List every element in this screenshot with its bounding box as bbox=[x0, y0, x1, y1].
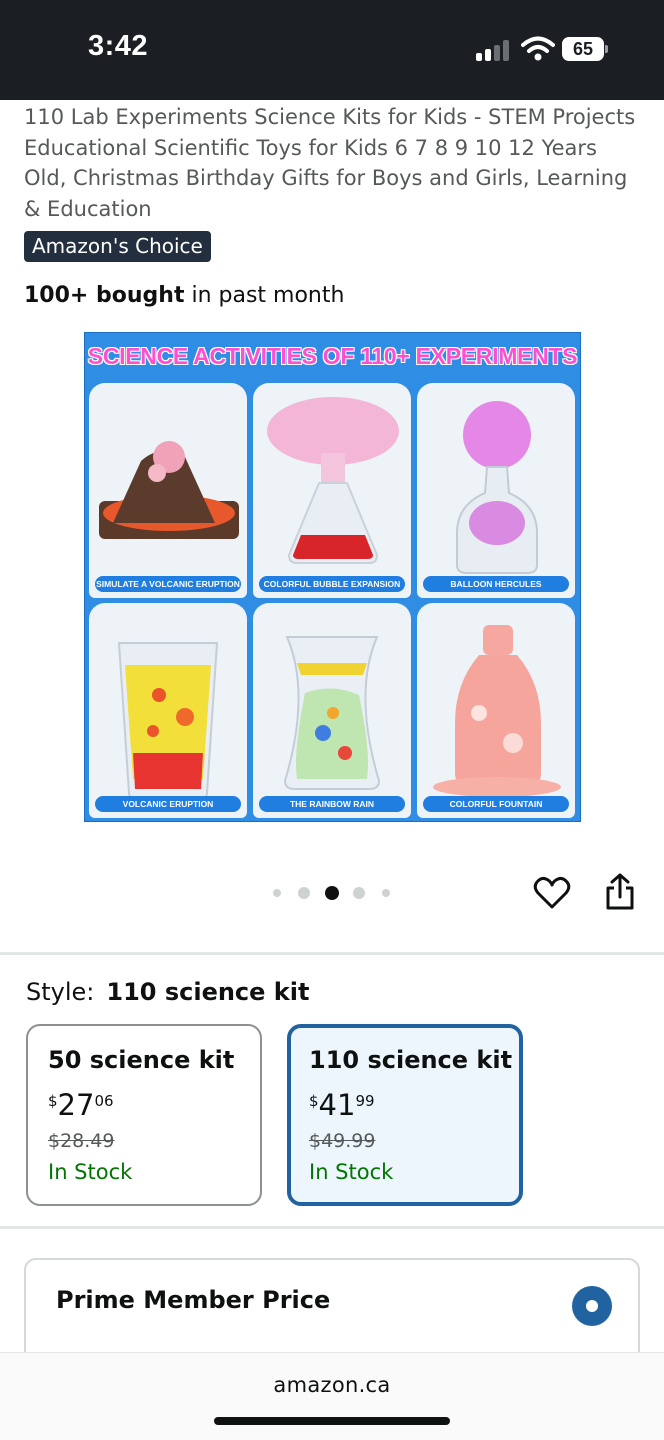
experiment-tile-lava-glass: VOLCANIC ERUPTION bbox=[89, 603, 247, 818]
product-title[interactable]: 110 Lab Experiments Science Kits for Kid… bbox=[24, 102, 644, 224]
style-label: Style: bbox=[26, 978, 95, 1006]
price-currency: $ bbox=[309, 1092, 319, 1110]
price-fraction: 99 bbox=[355, 1092, 375, 1110]
radio-selected-icon[interactable] bbox=[572, 1286, 612, 1326]
style-option-stock: In Stock bbox=[48, 1160, 133, 1184]
fountain-bottle-illustration bbox=[433, 625, 561, 797]
carousel-dot[interactable] bbox=[382, 889, 390, 897]
bubble-flask-illustration bbox=[267, 397, 399, 564]
wifi-icon bbox=[521, 36, 555, 61]
bought-count-bold: 100+ bought bbox=[24, 283, 185, 308]
tile-caption: BALLOON HERCULES bbox=[423, 576, 569, 592]
signal-icon bbox=[476, 39, 510, 61]
share-icon[interactable] bbox=[604, 872, 636, 912]
home-indicator[interactable] bbox=[214, 1417, 450, 1425]
status-bar: 3:42 65 bbox=[0, 0, 664, 100]
price-whole: 41 bbox=[318, 1088, 356, 1122]
balloon-bottle-illustration bbox=[456, 401, 538, 574]
price-fraction: 06 bbox=[94, 1092, 114, 1110]
price-currency: $ bbox=[48, 1092, 58, 1110]
tile-caption: THE RAINBOW RAIN bbox=[259, 796, 405, 812]
experiment-tile-balloon: BALLOON HERCULES bbox=[417, 383, 575, 598]
experiment-tile-bubble: COLORFUL BUBBLE EXPANSION bbox=[253, 383, 411, 598]
battery-level: 65 bbox=[572, 39, 594, 59]
section-divider bbox=[0, 952, 664, 955]
style-option-110-kit[interactable]: 110 science kit $4199 $49.99 In Stock bbox=[287, 1024, 523, 1206]
tile-caption: SIMULATE A VOLCANIC ERUPTION bbox=[95, 576, 241, 592]
product-image[interactable]: SCIENCE ACTIVITIES OF 110+ EXPERIMENTS S… bbox=[84, 332, 581, 822]
style-selector-heading: Style: 110 science kit bbox=[26, 978, 309, 1006]
carousel-dot[interactable] bbox=[353, 887, 365, 899]
bought-count-rest: in past month bbox=[184, 283, 345, 308]
price-whole: 27 bbox=[57, 1088, 95, 1122]
style-option-price: $4199 bbox=[309, 1088, 375, 1122]
image-heading: SCIENCE ACTIVITIES OF 110+ EXPERIMENTS bbox=[87, 343, 578, 369]
style-option-list-price: $49.99 bbox=[309, 1130, 376, 1152]
carousel-dots[interactable] bbox=[271, 885, 391, 901]
carousel-dot-active[interactable] bbox=[325, 886, 339, 900]
tile-caption: COLORFUL BUBBLE EXPANSION bbox=[259, 576, 405, 592]
carousel-dot[interactable] bbox=[273, 889, 281, 897]
style-value: 110 science kit bbox=[106, 978, 310, 1006]
browser-bottom-bar: amazon.ca bbox=[0, 1352, 664, 1440]
heart-icon[interactable] bbox=[533, 874, 571, 912]
carousel-dot[interactable] bbox=[298, 887, 310, 899]
rainbow-vase-illustration bbox=[283, 636, 381, 790]
tile-caption: VOLCANIC ERUPTION bbox=[95, 796, 241, 812]
status-time: 3:42 bbox=[88, 30, 149, 62]
section-divider bbox=[0, 1226, 664, 1229]
style-option-name: 50 science kit bbox=[48, 1046, 235, 1074]
experiment-tile-fountain: COLORFUL FOUNTAIN bbox=[417, 603, 575, 818]
experiment-tile-volcano-model: SIMULATE A VOLCANIC ERUPTION bbox=[89, 383, 247, 598]
prime-price-label: Prime Member Price bbox=[56, 1286, 331, 1314]
style-option-name: 110 science kit bbox=[309, 1046, 513, 1074]
style-option-stock: In Stock bbox=[309, 1160, 394, 1184]
volcano-model-illustration bbox=[99, 441, 239, 539]
amazons-choice-badge[interactable]: Amazon's Choice bbox=[24, 231, 211, 262]
tile-caption: COLORFUL FOUNTAIN bbox=[423, 796, 569, 812]
experiment-tile-rainbow: THE RAINBOW RAIN bbox=[253, 603, 411, 818]
style-option-50-kit[interactable]: 50 science kit $2706 $28.49 In Stock bbox=[26, 1024, 262, 1206]
lava-glass-illustration bbox=[117, 642, 219, 800]
style-option-list-price: $28.49 bbox=[48, 1130, 115, 1152]
bought-count: 100+ bought in past month bbox=[24, 283, 344, 308]
style-option-price: $2706 bbox=[48, 1088, 114, 1122]
battery-icon: 65 bbox=[562, 37, 608, 61]
url-domain[interactable]: amazon.ca bbox=[0, 1373, 664, 1397]
